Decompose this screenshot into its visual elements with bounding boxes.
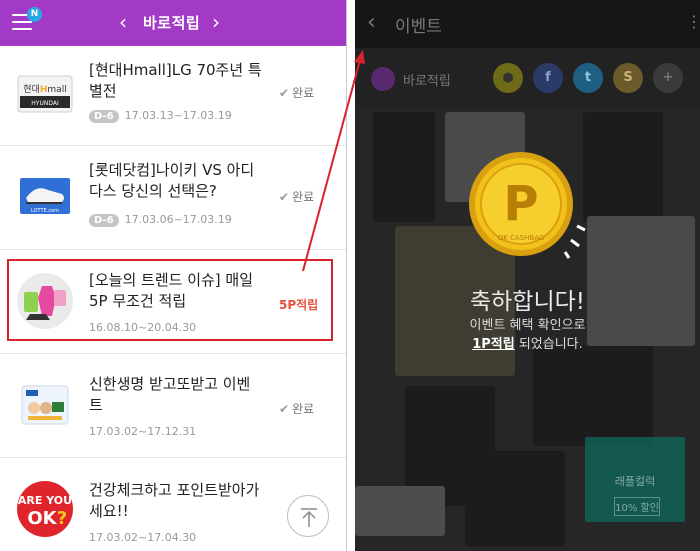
garment-image xyxy=(355,486,445,536)
okcashbag-logo-icon xyxy=(371,67,395,91)
dday-badge: D-6 xyxy=(89,214,119,227)
chevron-right-icon[interactable]: › xyxy=(212,10,220,34)
status-label: ✔ 완료 xyxy=(279,190,315,204)
promo-badge: 10% 할인 xyxy=(614,497,660,516)
congrats-title: 축하합니다! xyxy=(469,289,586,315)
more-share-icon[interactable]: + xyxy=(653,63,683,93)
twitter-share-icon[interactable]: t xyxy=(573,63,603,93)
svg-text:LOTTE.com: LOTTE.com xyxy=(31,208,59,214)
hmall-logo-thumb: 현대Hmall HYUNDAI xyxy=(16,70,74,128)
item-meta: 17.03.02~17.12.31 xyxy=(89,425,196,438)
dday-badge: D-6 xyxy=(89,110,119,123)
garment-image xyxy=(583,112,663,222)
promo-title: 래플컬럭 xyxy=(614,475,656,488)
item-title: [현대Hmall]LG 70주년 특별전 xyxy=(89,61,262,100)
item-date: 17.03.06~17.03.19 xyxy=(124,213,232,226)
shinhan-thumb xyxy=(16,380,74,438)
item-meta: D-6 17.03.06~17.03.19 xyxy=(89,213,232,227)
points-earned-link[interactable]: 1P적립 xyxy=(472,337,515,352)
congrats-line-1: 이벤트 혜택 확인으로 xyxy=(469,318,586,333)
share-bar: 바로적립 ● f t S + xyxy=(355,48,700,106)
svg-text:현대Hmall: 현대Hmall xyxy=(23,84,66,95)
congrats-line-2: 1P적립 되었습니다. xyxy=(472,337,583,352)
svg-text:?: ? xyxy=(57,508,67,529)
svg-text:OK CASHBAG: OK CASHBAG xyxy=(498,234,545,242)
more-options-icon[interactable]: ⋮ xyxy=(686,12,700,31)
svg-text:OK: OK xyxy=(27,508,57,529)
left-screen: N ‹ 바로적립 › 현대Hmall HYUNDAI [현대Hmall]LG 7… xyxy=(0,0,347,551)
are-you-ok-thumb: ARE YOU OK ? xyxy=(16,480,74,538)
okcashbag-coin-icon: P OK CASHBAG xyxy=(465,148,588,260)
check-icon: ✔ xyxy=(279,190,290,204)
svg-text:P: P xyxy=(503,176,538,232)
scroll-to-top-button[interactable] xyxy=(287,495,329,537)
highlight-box xyxy=(7,259,333,341)
item-title: 신한생명 받고또받고 이벤트 xyxy=(89,375,251,414)
svg-text:ARE YOU: ARE YOU xyxy=(18,494,72,507)
kakaostory-share-icon[interactable]: S xyxy=(613,63,643,93)
item-date: 17.03.02~17.04.30 xyxy=(89,531,197,544)
status-label: ✔ 완료 xyxy=(279,86,315,100)
check-icon: ✔ xyxy=(279,402,290,416)
list-item[interactable]: 신한생명 받고또받고 이벤트 17.03.02~17.12.31 ✔ 완료 xyxy=(0,354,346,458)
status-label: ✔ 완료 xyxy=(279,402,315,416)
back-chevron-icon[interactable]: ‹ xyxy=(367,10,376,35)
svg-text:HYUNDAI: HYUNDAI xyxy=(31,100,59,107)
item-title: 건강체크하고 포인트받아가세요!! xyxy=(89,481,260,520)
garment-image xyxy=(533,346,653,446)
promo-banner[interactable]: 래플컬럭 10% 할인 xyxy=(585,437,685,522)
check-icon: ✔ xyxy=(279,86,290,100)
new-badge: N xyxy=(27,7,42,22)
garment-image xyxy=(373,112,435,222)
arrow-up-icon xyxy=(301,508,317,527)
list-item[interactable]: 현대Hmall HYUNDAI [현대Hmall]LG 70주년 특별전 D-6… xyxy=(0,46,346,146)
facebook-share-icon[interactable]: f xyxy=(533,63,563,93)
right-page-title: 이벤트 xyxy=(395,17,442,37)
item-date: 17.03.02~17.12.31 xyxy=(89,425,197,438)
item-meta: 17.03.02~17.04.30 xyxy=(89,531,196,544)
congrats-message: 이벤트 혜택 확인으로 1P적립 되었습니다. xyxy=(355,316,700,354)
list-item[interactable]: LOTTE.com [롯데닷컴]나이키 VS 아디다스 당신의 선택은? D-6… xyxy=(0,146,346,250)
kakaotalk-share-icon[interactable]: ● xyxy=(493,63,523,93)
share-bar-label: 바로적립 xyxy=(403,74,451,89)
item-title: [롯데닷컴]나이키 VS 아디다스 당신의 선택은? xyxy=(89,161,255,200)
item-date: 17.03.13~17.03.19 xyxy=(124,109,232,122)
top-bar: N ‹ 바로적립 › xyxy=(0,0,346,46)
page-title: 바로적립 xyxy=(143,14,201,32)
sneaker-thumb: LOTTE.com xyxy=(16,170,74,228)
garment-image xyxy=(465,451,565,546)
right-top-bar: ‹ 이벤트 ⋮ xyxy=(355,0,700,48)
item-meta: D-6 17.03.13~17.03.19 xyxy=(89,109,232,123)
chevron-left-icon[interactable]: ‹ xyxy=(119,10,127,34)
